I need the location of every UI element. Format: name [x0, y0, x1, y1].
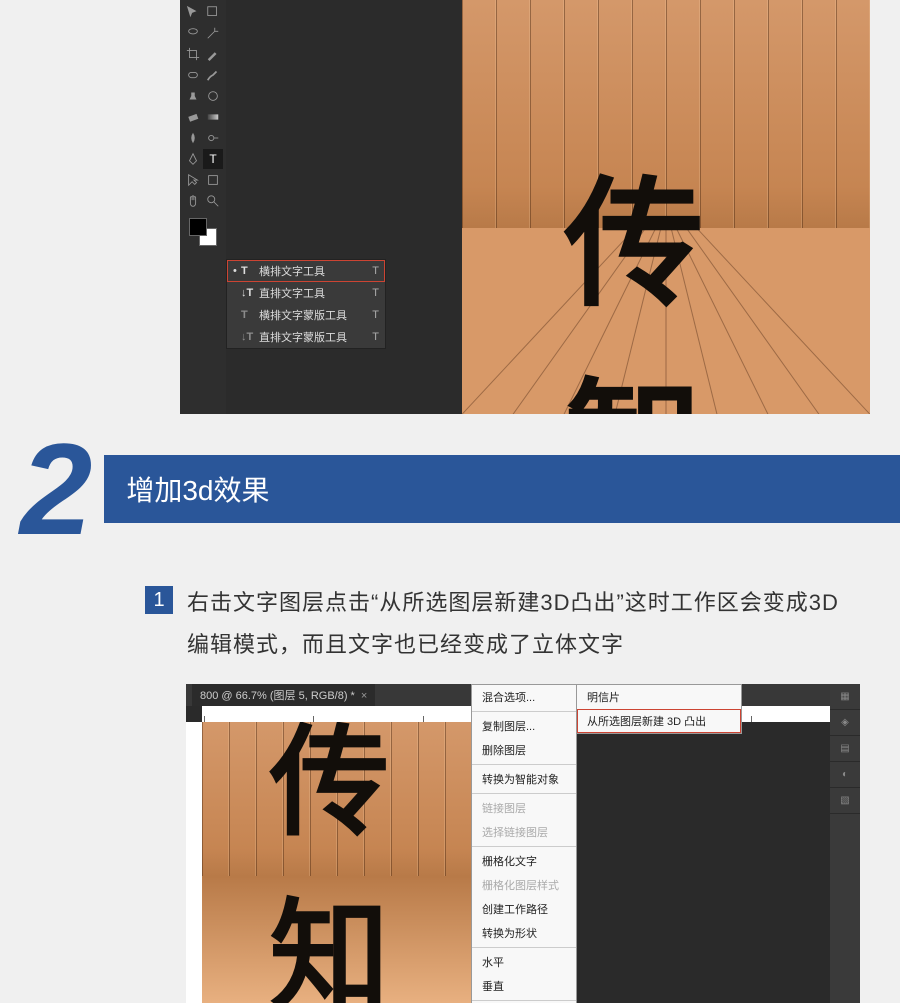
- canvas-text: 传智: [564, 132, 768, 414]
- substep-number: 1: [145, 586, 173, 614]
- collapsed-panels: ▦ ◈ ▤ ◐ ▧: [830, 684, 860, 1003]
- wand-tool-icon[interactable]: [203, 23, 223, 43]
- canvas-text-2: 传知: [270, 722, 405, 1003]
- history-brush-icon[interactable]: [203, 86, 223, 106]
- brush-tool-icon[interactable]: [203, 65, 223, 85]
- panel-icon[interactable]: ◈: [830, 710, 860, 736]
- step-header: 2 增加3d效果: [0, 424, 900, 554]
- eraser-tool-icon[interactable]: [183, 107, 203, 127]
- 3d-submenu: 明信片 从所选图层新建 3D 凸出: [576, 684, 742, 734]
- eyedropper-tool-icon[interactable]: [203, 44, 223, 64]
- menu-separator: [472, 711, 576, 712]
- panel-icon[interactable]: ◐: [830, 762, 860, 788]
- panel-icon[interactable]: ▦: [830, 684, 860, 710]
- substep-text: 右击文字图层点击“从所选图层新建3D凸出”这时工作区会变成3D编辑模式，而且文字…: [187, 582, 850, 666]
- horizontal-type-tool-item[interactable]: •T横排文字工具T: [227, 260, 385, 282]
- menu-create-workpath[interactable]: 创建工作路径: [472, 897, 576, 921]
- menu-rasterize-style: 栅格化图层样式: [472, 873, 576, 897]
- menu-duplicate-layer[interactable]: 复制图层...: [472, 714, 576, 738]
- menu-horizontal[interactable]: 水平: [472, 950, 576, 974]
- step-title: 增加3d效果: [104, 455, 900, 523]
- menu-convert-shape[interactable]: 转换为形状: [472, 921, 576, 945]
- horizontal-type-mask-item[interactable]: T横排文字蒙版工具T: [227, 304, 385, 326]
- type-tool-icon[interactable]: T: [203, 149, 223, 169]
- pen-tool-icon[interactable]: [183, 149, 203, 169]
- artboard-tool-icon[interactable]: [203, 2, 223, 22]
- vertical-type-tool-item[interactable]: ↓T直排文字工具T: [227, 282, 385, 304]
- submenu-new-3d-extrusion[interactable]: 从所选图层新建 3D 凸出: [577, 709, 741, 733]
- menu-separator: [472, 947, 576, 948]
- color-swatches[interactable]: [180, 218, 226, 246]
- panel-icon[interactable]: ▧: [830, 788, 860, 814]
- fg-color-swatch[interactable]: [189, 218, 207, 236]
- photoshop-screenshot-1: T •T横排文字工具T ↓T直排文字工具T T横排文字蒙版工具T ↓T直排文字蒙…: [180, 0, 870, 414]
- menu-convert-smart[interactable]: 转换为智能对象: [472, 767, 576, 791]
- shape-tool-icon[interactable]: [203, 170, 223, 190]
- dodge-tool-icon[interactable]: [203, 128, 223, 148]
- tools-panel: T: [180, 0, 226, 414]
- menu-vertical[interactable]: 垂直: [472, 974, 576, 998]
- vertical-ruler: [186, 722, 202, 1003]
- menu-separator: [472, 793, 576, 794]
- path-select-icon[interactable]: [183, 170, 203, 190]
- zoom-tool-icon[interactable]: [203, 191, 223, 211]
- step-number: 2: [20, 424, 92, 554]
- menu-separator: [472, 846, 576, 847]
- stamp-tool-icon[interactable]: [183, 86, 203, 106]
- healing-tool-icon[interactable]: [183, 65, 203, 85]
- menu-delete-layer[interactable]: 删除图层: [472, 738, 576, 762]
- hand-tool-icon[interactable]: [183, 191, 203, 211]
- substep: 1 右击文字图层点击“从所选图层新建3D凸出”这时工作区会变成3D编辑模式，而且…: [145, 582, 850, 666]
- vertical-type-mask-item[interactable]: ↓T直排文字蒙版工具T: [227, 326, 385, 348]
- layer-context-menu: 混合选项... 复制图层... 删除图层 转换为智能对象 链接图层 选择链接图层…: [471, 684, 577, 1003]
- crop-tool-icon[interactable]: [183, 44, 203, 64]
- menu-blending-options[interactable]: 混合选项...: [472, 685, 576, 709]
- submenu-postcard[interactable]: 明信片: [577, 685, 741, 709]
- move-tool-icon[interactable]: [183, 2, 203, 22]
- menu-select-linked: 选择链接图层: [472, 820, 576, 844]
- menu-rasterize-type[interactable]: 栅格化文字: [472, 849, 576, 873]
- type-tool-flyout: •T横排文字工具T ↓T直排文字工具T T横排文字蒙版工具T ↓T直排文字蒙版工…: [226, 259, 386, 349]
- lasso-tool-icon[interactable]: [183, 23, 203, 43]
- menu-link-layers: 链接图层: [472, 796, 576, 820]
- photoshop-screenshot-2: 800 @ 66.7% (图层 5, RGB/8) *× 传知 混合选项... …: [186, 684, 860, 1003]
- menu-separator: [472, 764, 576, 765]
- panel-icon[interactable]: ▤: [830, 736, 860, 762]
- close-tab-icon[interactable]: ×: [361, 690, 367, 702]
- document-tab[interactable]: 800 @ 66.7% (图层 5, RGB/8) *×: [192, 684, 375, 706]
- document-canvas: 传智: [462, 0, 870, 414]
- blur-tool-icon[interactable]: [183, 128, 203, 148]
- gradient-tool-icon[interactable]: [203, 107, 223, 127]
